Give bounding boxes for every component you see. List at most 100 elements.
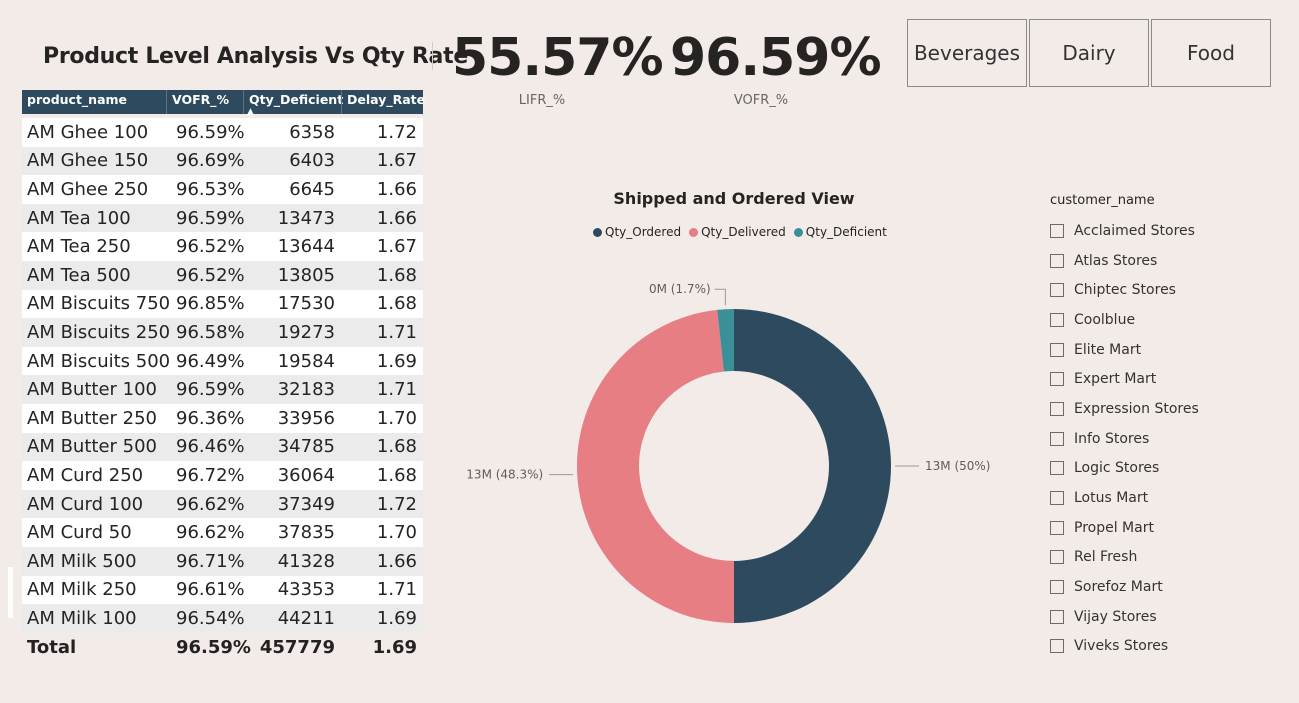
table-row[interactable]: AM Butter 250 96.36% 33956 1.70 (22, 403, 423, 433)
table-row[interactable]: AM Tea 500 96.52% 13805 1.68 (22, 260, 423, 290)
checkbox-icon[interactable] (1050, 550, 1064, 565)
checkbox-icon[interactable] (1050, 609, 1064, 624)
slicer-item[interactable]: Logic Stores (1050, 454, 1199, 484)
slicer-title: customer_name (1050, 193, 1155, 208)
cell-product-name: AM Tea 250 (27, 236, 131, 258)
legend-label: Qty_Delivered (701, 225, 786, 239)
slicer-item[interactable]: Chiptec Stores (1050, 275, 1199, 305)
cell-product-name: AM Butter 500 (27, 436, 157, 458)
slicer-item-label: Rel Fresh (1074, 549, 1138, 566)
legend-label: Qty_Deficient (805, 225, 887, 239)
total-qty-deficient: 457779 (259, 637, 335, 659)
checkbox-icon[interactable] (1050, 580, 1064, 595)
slicer-item-label: Viveks Stores (1074, 638, 1169, 655)
table-row[interactable]: AM Butter 500 96.46% 34785 1.68 (22, 432, 423, 462)
category-button-beverages[interactable]: Beverages (907, 19, 1027, 87)
table-body: AM Ghee 100 96.59% 6358 1.72 AM Ghee 150 96.6… (22, 118, 423, 633)
legend-item-deficient[interactable]: Qty_Deficient (793, 225, 887, 239)
cell-vofr: 96.61% (176, 579, 245, 601)
cell-vofr: 96.71% (176, 550, 245, 572)
checkbox-icon[interactable] (1050, 372, 1064, 387)
cell-product-name: AM Milk 100 (27, 607, 137, 629)
slicer-item[interactable]: Sorefoz Mart (1050, 572, 1199, 602)
category-button-food[interactable]: Food (1151, 19, 1271, 87)
cell-qty-deficient: 36064 (277, 464, 335, 486)
slicer-item[interactable]: Elite Mart (1050, 335, 1199, 365)
checkbox-icon[interactable] (1050, 342, 1064, 357)
column-header-delay-rate[interactable]: Delay_Rate (341, 90, 425, 114)
cell-product-name: AM Ghee 100 (27, 121, 149, 143)
table-row[interactable]: AM Butter 100 96.59% 32183 1.71 (22, 375, 423, 404)
table-row[interactable]: AM Curd 100 96.62% 37349 1.72 (22, 489, 423, 519)
cell-delay-rate: 1.67 (376, 150, 417, 172)
table-row[interactable]: AM Biscuits 500 96.49% 19584 1.69 (22, 346, 423, 376)
table-row[interactable]: AM Curd 50 96.62% 37835 1.70 (22, 518, 423, 547)
kpi-value: 55.57% (452, 28, 664, 88)
cell-vofr: 96.62% (176, 522, 245, 544)
table-row[interactable]: AM Milk 500 96.71% 41328 1.66 (22, 546, 423, 576)
customer-slicer: Acclaimed Stores Atlas Stores Chiptec Stor… (1050, 216, 1199, 661)
table-row[interactable]: AM Tea 100 96.59% 13473 1.66 (22, 203, 423, 233)
slicer-item[interactable]: Rel Fresh (1050, 543, 1199, 573)
checkbox-icon[interactable] (1050, 283, 1064, 298)
cell-qty-deficient: 13473 (277, 207, 335, 229)
cell-delay-rate: 1.72 (376, 493, 417, 515)
cell-product-name: AM Ghee 150 (27, 150, 149, 172)
donut-slice-qty-delivered[interactable] (577, 309, 734, 623)
cell-delay-rate: 1.66 (376, 178, 417, 200)
checkbox-icon[interactable] (1050, 520, 1064, 535)
checkbox-icon[interactable] (1050, 431, 1064, 446)
column-header-vofr[interactable]: VOFR_% (166, 90, 243, 114)
legend-item-delivered[interactable]: Qty_Delivered (689, 225, 786, 239)
checkbox-icon[interactable] (1050, 312, 1064, 327)
table-row[interactable]: AM Ghee 100 96.59% 6358 1.72 (22, 118, 423, 147)
table-row[interactable]: AM Ghee 250 96.53% 6645 1.66 (22, 175, 423, 204)
slicer-item-label: Propel Mart (1074, 519, 1154, 536)
checkbox-icon[interactable] (1050, 461, 1064, 476)
total-label: Total (27, 637, 77, 659)
donut-slice-qty-ordered[interactable] (734, 309, 891, 623)
slicer-item[interactable]: Vijay Stores (1050, 602, 1199, 632)
column-header-product-name[interactable]: product_name (22, 90, 166, 114)
slicer-item-label: Vijay Stores (1074, 608, 1157, 625)
checkbox-icon[interactable] (1050, 639, 1064, 654)
table-row[interactable]: AM Biscuits 750 96.85% 17530 1.68 (22, 289, 423, 319)
slicer-item[interactable]: Propel Mart (1050, 513, 1199, 543)
checkbox-icon[interactable] (1050, 223, 1064, 238)
table-row[interactable]: AM Curd 250 96.72% 36064 1.68 (22, 461, 423, 490)
slicer-item[interactable]: Viveks Stores (1050, 632, 1199, 662)
kpi-value: 96.59% (670, 28, 882, 88)
chart-title: Shipped and Ordered View (613, 189, 855, 208)
kpi-card-lifr: 55.57% LIFR_% (452, 28, 664, 108)
cell-vofr: 96.52% (176, 264, 245, 286)
checkbox-icon[interactable] (1050, 491, 1064, 506)
table-row[interactable]: AM Milk 250 96.61% 43353 1.71 (22, 575, 423, 605)
checkbox-icon[interactable] (1050, 401, 1064, 416)
slicer-item[interactable]: Atlas Stores (1050, 246, 1199, 276)
column-header-qty-deficient[interactable]: Qty_Deficient ▲ (243, 90, 343, 117)
slicer-item[interactable]: Expression Stores (1050, 394, 1199, 424)
cell-product-name: AM Ghee 250 (27, 178, 149, 200)
slicer-item[interactable]: Lotus Mart (1050, 483, 1199, 513)
slicer-item[interactable]: Info Stores (1050, 424, 1199, 454)
cell-qty-deficient: 41328 (277, 550, 335, 572)
slicer-item-label: Expression Stores (1074, 400, 1199, 417)
cell-delay-rate: 1.72 (376, 121, 417, 143)
legend-item-ordered[interactable]: Qty_Ordered (593, 225, 681, 239)
cell-vofr: 96.59% (176, 379, 245, 401)
cell-delay-rate: 1.68 (376, 436, 417, 458)
table-row[interactable]: AM Ghee 150 96.69% 6403 1.67 (22, 146, 423, 176)
table-row[interactable]: AM Tea 250 96.52% 13644 1.67 (22, 232, 423, 261)
table-row[interactable]: AM Milk 100 96.54% 44211 1.69 (22, 604, 423, 633)
category-button-dairy[interactable]: Dairy (1029, 19, 1149, 87)
slicer-item[interactable]: Acclaimed Stores (1050, 216, 1199, 246)
slicer-item[interactable]: Coolblue (1050, 305, 1199, 335)
kpi-card-vofr: 96.59% VOFR_% (670, 28, 882, 108)
cell-product-name: AM Curd 50 (27, 522, 132, 544)
slicer-item[interactable]: Expert Mart (1050, 364, 1199, 394)
table-row[interactable]: AM Biscuits 250 96.58% 19273 1.71 (22, 318, 423, 347)
slicer-item-label: Lotus Mart (1074, 490, 1149, 507)
checkbox-icon[interactable] (1050, 253, 1064, 268)
slicer-item-label: Atlas Stores (1074, 252, 1158, 269)
slicer-item-label: Logic Stores (1074, 460, 1160, 477)
